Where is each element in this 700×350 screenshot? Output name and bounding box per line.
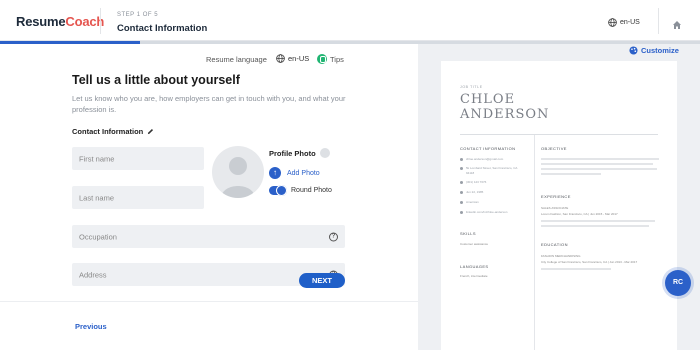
section-label-text: Contact Information — [72, 127, 144, 136]
home-button[interactable] — [672, 17, 682, 35]
round-photo-toggle[interactable]: Round Photo — [269, 185, 332, 196]
occupation-field[interactable]: Occupation ? — [72, 225, 345, 248]
resume-text-line — [541, 173, 601, 175]
resume-skill-item: Customer assistance — [460, 242, 489, 246]
tips-button[interactable]: Tips — [317, 54, 344, 64]
assistant-badge[interactable]: RC — [665, 270, 691, 296]
pencil-icon[interactable] — [147, 128, 154, 135]
help-icon[interactable]: ? — [329, 232, 338, 241]
tips-label: Tips — [330, 54, 344, 64]
profile-photo-title: Profile Photo — [269, 148, 330, 158]
add-photo-button[interactable]: ↑ Add Photo — [269, 167, 320, 179]
resume-contact-heading: CONTACT INFORMATION — [460, 146, 516, 151]
calendar-icon — [460, 190, 463, 194]
resume-language-selector[interactable]: en-US — [276, 54, 309, 63]
globe-icon — [608, 18, 617, 27]
resume-last-name: ANDERSON — [460, 107, 550, 122]
flag-icon — [460, 200, 463, 204]
camera-icon — [319, 148, 330, 158]
language-selector[interactable]: en-US — [608, 18, 640, 27]
palette-icon — [629, 46, 638, 55]
person-icon — [221, 157, 255, 198]
resume-contact-line: linkedin.com/in/chloe-anderson — [460, 210, 507, 214]
lightbulb-icon — [317, 54, 327, 64]
resume-first-name: CHLOE — [460, 92, 516, 107]
step-indicator: STEP 1 OF 5 — [117, 12, 159, 18]
home-icon — [673, 21, 681, 29]
avatar[interactable] — [212, 146, 264, 198]
profile-photo-label: Profile Photo — [269, 148, 316, 158]
phone-icon — [460, 180, 463, 184]
logo[interactable]: ResumeCoach — [16, 14, 104, 29]
resume-education-heading: EDUCATION — [541, 242, 568, 247]
form-panel: Resume language en-US Tips Tell us a lit… — [0, 44, 418, 350]
resume-skills-heading: SKILLS — [460, 231, 476, 236]
page-title: Contact Information — [117, 23, 208, 34]
form-toolbar: Resume language en-US Tips — [0, 44, 418, 70]
resume-job-title: JOB TITLE — [460, 85, 483, 89]
last-name-field[interactable]: Last name — [72, 186, 204, 209]
logo-part2: Coach — [65, 14, 105, 29]
resume-text-line — [541, 268, 611, 270]
resume-language-item: French, intermediate — [460, 274, 488, 278]
resume-contact-line: chloe.anderson@gmail.com — [460, 157, 503, 161]
resume-text-line — [541, 168, 657, 170]
globe-icon — [276, 54, 285, 63]
add-photo-label: Add Photo — [287, 169, 320, 177]
linkedin-icon — [460, 210, 463, 214]
upload-arrow-icon: ↑ — [269, 167, 281, 179]
occupation-placeholder: Occupation — [79, 232, 117, 241]
toggle-switch[interactable] — [269, 185, 287, 196]
section-label: Contact Information — [72, 127, 154, 136]
header-divider — [658, 8, 659, 34]
resume-text-line — [541, 225, 649, 227]
resume-experience-heading: EXPERIENCE — [541, 194, 571, 199]
first-name-placeholder: First name — [79, 154, 115, 163]
customize-button[interactable]: Customize — [629, 46, 679, 55]
resume-language-value: en-US — [288, 54, 310, 63]
customize-label: Customize — [641, 46, 679, 55]
header-divider — [100, 8, 101, 34]
resume-column-divider — [534, 135, 535, 350]
resume-contact-line: 94118 — [466, 171, 475, 175]
location-icon — [460, 166, 463, 170]
round-photo-label: Round Photo — [291, 187, 332, 194]
language-label: en-US — [620, 19, 640, 26]
resume-language-label: Resume language — [206, 55, 267, 64]
form-footer: Previous — [0, 301, 418, 350]
resume-experience-title: SALES ASSOCIATE — [541, 206, 569, 210]
resume-languages-heading: LANGUAGES — [460, 264, 489, 269]
resume-education-school: City College of San Francisco, San Franc… — [541, 260, 638, 264]
form-intro: Let us know who you are, how employers c… — [72, 94, 346, 114]
resume-text-line — [541, 158, 659, 160]
form-heading: Tell us a little about yourself — [72, 73, 240, 87]
resume-divider — [460, 134, 658, 135]
first-name-field[interactable]: First name — [72, 147, 204, 170]
resume-text-line — [541, 163, 653, 165]
resume-contact-line: Jun 22, 1985 — [460, 190, 483, 194]
resume-education-title: FASHION MERCHANDISING — [541, 254, 581, 258]
resume-contact-line: 5k Lombard Street, San Francisco, CA — [460, 166, 517, 170]
email-icon — [460, 157, 463, 161]
address-placeholder: Address — [79, 270, 107, 279]
previous-button[interactable]: Previous — [75, 322, 107, 331]
resume-preview-panel: Customize JOB TITLE CHLOE ANDERSON CONTA… — [418, 44, 700, 350]
resume-preview[interactable]: JOB TITLE CHLOE ANDERSON CONTACT INFORMA… — [441, 61, 677, 350]
next-button[interactable]: NEXT — [299, 273, 345, 288]
top-header: ResumeCoach STEP 1 OF 5 Contact Informat… — [0, 0, 700, 41]
resume-experience-company: Lorem Fashion, San Francisco, CA | Jun 2… — [541, 212, 618, 216]
last-name-placeholder: Last name — [79, 193, 115, 202]
resume-contact-line: American — [460, 200, 479, 204]
resume-contact-line: (301) 123 7676 — [460, 180, 486, 184]
resume-objective-heading: OBJECTIVE — [541, 146, 567, 151]
resume-text-line — [541, 220, 655, 222]
logo-part1: Resume — [16, 14, 66, 29]
resume-name: CHLOE ANDERSON — [460, 92, 549, 122]
